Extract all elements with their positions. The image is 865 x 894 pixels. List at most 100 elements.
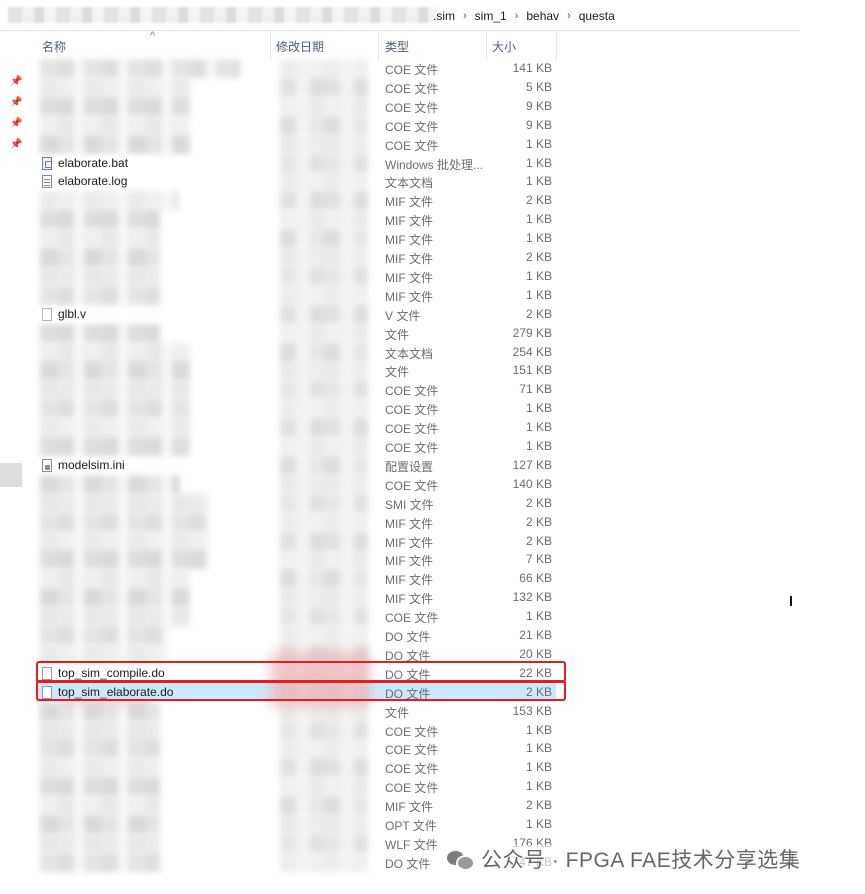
file-type: WLF 文件: [385, 838, 438, 852]
v-file-icon: [42, 307, 52, 321]
redacted-file-name: [40, 513, 210, 532]
redacted-modified-date: [280, 626, 368, 645]
redacted-file-name: [40, 210, 160, 229]
file-name-cell: modelsim.ini: [42, 458, 125, 472]
redacted-modified-date: [280, 758, 368, 777]
redacted-modified-date: [280, 777, 368, 796]
file-size: 1 KB: [525, 609, 552, 623]
redacted-file-name: [40, 569, 190, 588]
file-type: DO 文件: [385, 630, 431, 644]
file-type: MIF 文件: [385, 290, 433, 304]
redacted-file-name: [40, 361, 190, 380]
file-type: 文件: [385, 365, 410, 379]
chevron-right-icon: ›: [567, 10, 571, 22]
column-header-name[interactable]: 名称: [42, 38, 66, 54]
file-type: COE 文件: [385, 63, 439, 77]
redacted-modified-date: [280, 456, 368, 475]
redacted-modified-date: [280, 324, 368, 343]
redacted-modified-date: [280, 305, 368, 324]
file-type: 文件: [385, 328, 410, 342]
redacted-file-name: [40, 437, 190, 456]
redacted-modified-date: [280, 191, 368, 210]
sort-up-icon: ^: [150, 30, 156, 42]
redacted-modified-date: [280, 569, 368, 588]
redacted-file-name: [40, 229, 160, 248]
breadcrumb-item[interactable]: sim_1: [475, 9, 507, 23]
bat-file-icon: [42, 156, 52, 170]
file-type: MIF 文件: [385, 517, 433, 531]
redacted-modified-date: [280, 97, 368, 116]
file-type: MIF 文件: [385, 233, 433, 247]
pin-icon[interactable]: 📌: [10, 97, 22, 108]
file-name-cell: elaborate.bat: [42, 156, 128, 170]
file-size: 1 KB: [525, 723, 552, 737]
file-size: 1 KB: [525, 420, 552, 434]
file-size: 1 KB: [525, 779, 552, 793]
chevron-right-icon: ›: [514, 10, 519, 22]
redacted-file-name: [40, 418, 190, 437]
file-type: COE 文件: [385, 422, 439, 436]
file-size: 1 KB: [525, 741, 552, 755]
file-size: 1 KB: [525, 174, 552, 188]
redacted-modified-date: [280, 343, 368, 362]
column-divider[interactable]: [486, 32, 487, 60]
breadcrumb-item[interactable]: behav: [526, 9, 559, 23]
file-type: COE 文件: [385, 743, 439, 757]
redacted-modified-date: [280, 475, 368, 494]
file-size: 2 KB: [525, 798, 552, 812]
column-divider[interactable]: [270, 32, 271, 60]
redacted-modified-date: [280, 853, 368, 872]
file-size: 1 KB: [525, 439, 552, 453]
file-size: 1 KB: [525, 401, 552, 415]
redacted-file-name: [40, 721, 160, 740]
breadcrumb-item[interactable]: .sim: [433, 9, 455, 23]
file-size: 21 KB: [519, 628, 552, 642]
redacted-modified-date: [280, 116, 368, 135]
redacted-modified-date: [280, 248, 368, 267]
column-header-type[interactable]: 类型: [385, 38, 409, 54]
address-bar[interactable]: .sim › sim_1 › behav › questa: [0, 0, 800, 31]
file-type: 文件: [385, 706, 410, 720]
chevron-right-icon: ›: [463, 10, 467, 22]
column-header-date[interactable]: 修改日期: [276, 38, 324, 54]
redacted-modified-date: [280, 721, 368, 740]
pin-icon[interactable]: 📌: [10, 118, 22, 129]
file-type: COE 文件: [385, 120, 439, 134]
redacted-modified-date: [280, 135, 368, 154]
column-header-size[interactable]: 大小: [492, 38, 516, 54]
column-divider[interactable]: [378, 32, 379, 60]
file-size: 1 KB: [525, 269, 552, 283]
file-size: 1 KB: [525, 212, 552, 226]
ini-file-icon: [42, 458, 52, 472]
file-size: 20 KB: [519, 647, 552, 661]
file-type: COE 文件: [385, 781, 439, 795]
file-type: MIF 文件: [385, 214, 433, 228]
file-type: MIF 文件: [385, 554, 433, 568]
redacted-modified-date: [280, 267, 368, 286]
file-size: 141 KB: [512, 61, 552, 75]
redacted-modified-date: [280, 154, 368, 173]
breadcrumb-item[interactable]: questa: [579, 9, 615, 23]
redacted-modified-date: [280, 210, 368, 229]
redacted-file-name: [40, 267, 160, 286]
file-type: COE 文件: [385, 101, 439, 115]
file-type: COE 文件: [385, 139, 439, 153]
redacted-modified-date: [280, 172, 368, 191]
redacted-file-name: [40, 475, 180, 494]
redacted-file-name: [40, 59, 240, 78]
file-name: elaborate.log: [58, 174, 128, 188]
watermark: 公众号 · FPGA FAE技术分享选集: [447, 845, 801, 873]
redacted-modified-date: [280, 513, 368, 532]
column-divider[interactable]: [556, 32, 557, 60]
wechat-icon: [447, 849, 475, 871]
blurred-path: [8, 7, 438, 23]
pin-icon[interactable]: 📌: [10, 139, 22, 150]
redacted-file-name: [40, 191, 180, 210]
file-size: 1 KB: [525, 817, 552, 831]
redacted-modified-date: [280, 437, 368, 456]
redacted-modified-date: [280, 532, 368, 551]
file-size: 2 KB: [525, 307, 552, 321]
redacted-modified-date: [280, 796, 368, 815]
redacted-file-name: [40, 494, 210, 513]
pin-icon[interactable]: 📌: [10, 76, 22, 87]
